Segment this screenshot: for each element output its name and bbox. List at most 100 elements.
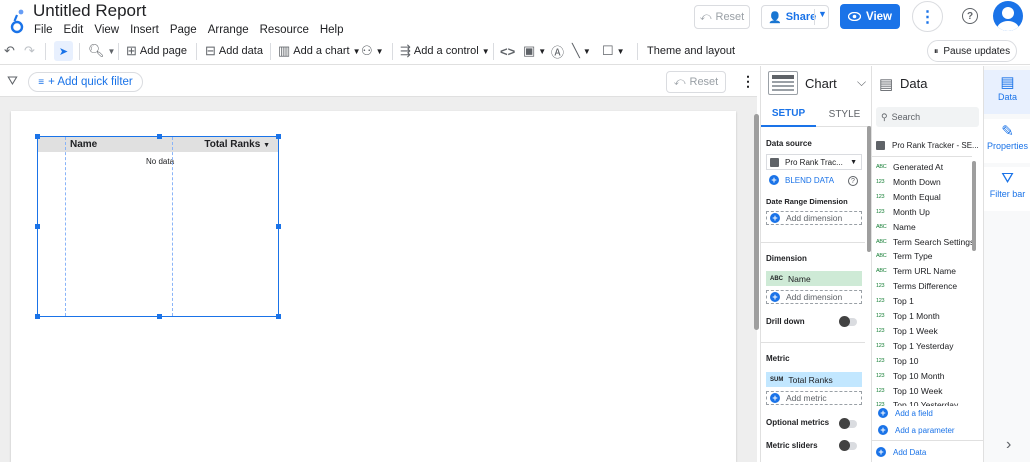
share-dropdown-icon[interactable]: ▼ bbox=[818, 9, 827, 19]
image-icon[interactable]: ▣ ▼ bbox=[523, 38, 546, 64]
more-options-button[interactable]: ⋮ bbox=[912, 1, 943, 32]
menu-file[interactable]: File bbox=[34, 24, 53, 36]
field-item[interactable]: 123 Top 1 bbox=[876, 295, 914, 307]
avatar[interactable] bbox=[993, 1, 1023, 31]
filter-reset-button[interactable]: ⤺ Reset bbox=[666, 71, 726, 93]
drill-down-toggle[interactable] bbox=[839, 316, 857, 327]
add-control-button[interactable]: ⇶ Add a control ▼ bbox=[400, 38, 490, 64]
toolbar-divider bbox=[118, 43, 119, 60]
add-metric[interactable]: + Add metric bbox=[766, 391, 862, 405]
filter-icon[interactable]: ⛛ bbox=[7, 73, 18, 89]
table-col-name[interactable]: Name bbox=[70, 139, 97, 150]
field-item[interactable]: 123 Month Equal bbox=[876, 191, 941, 203]
pause-updates-button[interactable]: ⏸ Pause updates bbox=[927, 40, 1017, 62]
blend-data-button[interactable]: + BLEND DATA bbox=[769, 175, 834, 185]
select-tool-icon[interactable]: ➤ bbox=[54, 41, 73, 61]
shape-icon[interactable]: ☐ ▼ bbox=[602, 38, 625, 64]
field-item[interactable]: 123 Top 1 Yesterday bbox=[876, 340, 954, 352]
filter-more-icon[interactable]: ⋮ bbox=[741, 73, 755, 90]
field-item[interactable]: 123 Top 10 bbox=[876, 355, 919, 367]
pause-icon: ⏸ bbox=[933, 45, 939, 56]
rail-filter-bar-button[interactable]: ⛛ Filter bar bbox=[984, 167, 1030, 211]
menu-insert[interactable]: Insert bbox=[130, 24, 159, 36]
menu-edit[interactable]: Edit bbox=[64, 24, 84, 36]
view-button[interactable]: View bbox=[840, 4, 900, 29]
resize-handle[interactable] bbox=[35, 224, 40, 229]
metric-chip-total-ranks[interactable]: SUM Total Ranks bbox=[766, 372, 862, 387]
menu-arrange[interactable]: Arrange bbox=[208, 24, 249, 36]
chart-type-label: Chart bbox=[805, 76, 837, 91]
column-guide bbox=[65, 137, 66, 316]
resize-handle[interactable] bbox=[35, 134, 40, 139]
data-source-item[interactable]: Pro Rank Tracker - SE... bbox=[876, 138, 981, 152]
section-divider bbox=[761, 242, 865, 243]
help-icon[interactable]: ? bbox=[848, 176, 858, 186]
menu-bar: File Edit View Insert Page Arrange Resou… bbox=[34, 22, 355, 38]
field-item[interactable]: 123 Top 1 Month bbox=[876, 310, 940, 322]
canvas-scrollbar[interactable] bbox=[754, 114, 759, 330]
field-list-scrollbar[interactable] bbox=[972, 161, 976, 251]
share-button[interactable]: 👤 Share ▼ bbox=[761, 5, 829, 29]
report-title[interactable]: Untitled Report bbox=[33, 1, 146, 21]
rail-data-button[interactable]: ▤ Data bbox=[984, 70, 1030, 114]
field-item[interactable]: ABC Generated At bbox=[876, 161, 943, 173]
add-data-button[interactable]: ⊟ Add data bbox=[205, 38, 263, 64]
tab-setup[interactable]: SETUP bbox=[761, 101, 816, 127]
reset-button[interactable]: ⤺ Reset bbox=[694, 5, 750, 29]
pencil-icon: ✎ bbox=[1001, 123, 1014, 140]
field-item[interactable]: ABC Term Search Settings bbox=[876, 236, 974, 248]
section-divider bbox=[872, 440, 983, 441]
rail-properties-button[interactable]: ✎ Properties bbox=[984, 119, 1030, 163]
add-chart-button[interactable]: ▥ Add a chart ▼ bbox=[278, 38, 360, 64]
field-item[interactable]: ABC Term URL Name bbox=[876, 265, 956, 277]
field-name: Generated At bbox=[893, 162, 944, 172]
field-item[interactable]: 123 Month Up bbox=[876, 206, 930, 218]
resize-handle[interactable] bbox=[276, 314, 281, 319]
menu-resource[interactable]: Resource bbox=[260, 24, 309, 36]
menu-page[interactable]: Page bbox=[170, 24, 197, 36]
table-chart[interactable]: Name Total Ranks ▼ No data bbox=[35, 134, 281, 319]
table-col-total-ranks[interactable]: Total Ranks ▼ bbox=[204, 139, 270, 150]
add-quick-filter-button[interactable]: ≡ + Add quick filter bbox=[28, 72, 143, 92]
line-icon[interactable]: ╲ ▼ bbox=[572, 38, 591, 64]
add-dimension[interactable]: + Add dimension bbox=[766, 290, 862, 304]
field-item[interactable]: ABC Name bbox=[876, 221, 916, 233]
menu-view[interactable]: View bbox=[94, 24, 119, 36]
expand-panel-icon[interactable]: › bbox=[1006, 436, 1011, 454]
search-input[interactable]: ⚲ Search bbox=[876, 107, 979, 127]
number-type-icon: 123 bbox=[876, 313, 885, 319]
field-item[interactable]: ABC Term Type bbox=[876, 250, 933, 262]
add-page-button[interactable]: ⊞ Add page bbox=[126, 38, 187, 64]
field-item[interactable]: 123 Top 10 Week bbox=[876, 385, 942, 397]
add-data-label: Add Data bbox=[893, 447, 927, 457]
add-data-button[interactable]: + Add Data bbox=[876, 447, 926, 457]
resize-handle[interactable] bbox=[276, 224, 281, 229]
optional-metrics-toggle[interactable] bbox=[839, 418, 857, 429]
field-item[interactable]: 123 Top 10 Month bbox=[876, 370, 945, 382]
add-parameter-button[interactable]: + Add a parameter bbox=[878, 425, 955, 435]
metric-sliders-toggle[interactable] bbox=[839, 440, 857, 451]
field-item[interactable]: 123 Terms Difference bbox=[876, 280, 957, 292]
data-source-select[interactable]: Pro Rank Trac... ▼ bbox=[766, 154, 862, 170]
menu-help[interactable]: Help bbox=[320, 24, 344, 36]
zoom-icon[interactable]: 🔍︎ ▼ bbox=[88, 38, 115, 64]
report-page[interactable]: Name Total Ranks ▼ No data bbox=[11, 111, 736, 462]
resize-handle[interactable] bbox=[276, 134, 281, 139]
resize-handle[interactable] bbox=[157, 134, 162, 139]
field-item[interactable]: 123 Month Down bbox=[876, 176, 941, 188]
chart-type-selector[interactable]: Chart ⌵ bbox=[761, 66, 872, 100]
add-date-dimension[interactable]: + Add dimension bbox=[766, 211, 862, 225]
undo-icon[interactable]: ↶ bbox=[4, 38, 15, 64]
dimension-chip-name[interactable]: ABC Name bbox=[766, 271, 862, 286]
help-icon[interactable]: ? bbox=[962, 8, 978, 24]
field-item[interactable]: 123 Top 1 Week bbox=[876, 325, 938, 337]
resize-handle[interactable] bbox=[35, 314, 40, 319]
community-viz-icon[interactable]: ⚇ ▼ bbox=[361, 38, 384, 64]
add-field-button[interactable]: + Add a field bbox=[878, 408, 933, 418]
tab-style[interactable]: STYLE bbox=[817, 101, 872, 127]
text-icon[interactable]: Ⓐ bbox=[551, 38, 564, 64]
redo-icon[interactable]: ↷ bbox=[24, 38, 35, 64]
resize-handle[interactable] bbox=[157, 314, 162, 319]
code-icon[interactable]: <> bbox=[500, 38, 515, 64]
theme-layout-button[interactable]: Theme and layout bbox=[647, 38, 735, 64]
